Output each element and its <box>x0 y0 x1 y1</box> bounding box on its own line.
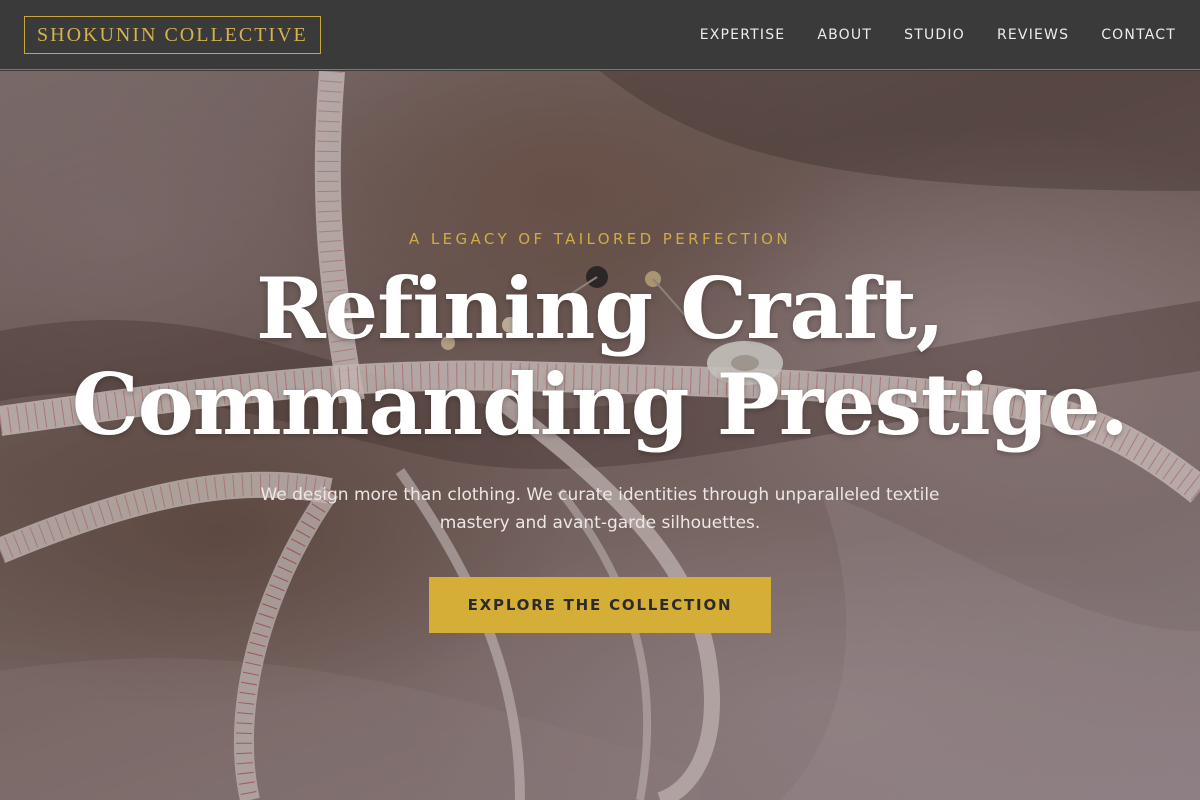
brand-logo[interactable]: SHOKUNIN COLLECTIVE <box>24 15 321 54</box>
hero-headline-line-2: Commanding Prestige. <box>71 355 1129 454</box>
nav-link-expertise[interactable]: EXPERTISE <box>700 27 786 43</box>
hero-subtitle: We design more than clothing. We curate … <box>260 485 940 533</box>
hero-content: A LEGACY OF TAILORED PERFECTION Refining… <box>0 71 1200 800</box>
hero-eyebrow: A LEGACY OF TAILORED PERFECTION <box>409 230 791 248</box>
nav-link-studio[interactable]: STUDIO <box>904 27 965 43</box>
nav-link-contact[interactable]: CONTACT <box>1101 27 1176 43</box>
nav-link-reviews[interactable]: REVIEWS <box>997 27 1069 43</box>
hero-section: A LEGACY OF TAILORED PERFECTION Refining… <box>0 71 1200 800</box>
hero-headline: Refining Craft, Commanding Prestige. <box>0 261 1200 453</box>
nav-link-about[interactable]: ABOUT <box>817 27 872 43</box>
main-nav: EXPERTISE ABOUT STUDIO REVIEWS CONTACT <box>700 27 1176 43</box>
explore-collection-button[interactable]: EXPLORE THE COLLECTION <box>429 577 771 633</box>
hero-headline-line-1: Refining Craft, <box>255 259 945 358</box>
site-header: SHOKUNIN COLLECTIVE EXPERTISE ABOUT STUD… <box>0 0 1200 70</box>
